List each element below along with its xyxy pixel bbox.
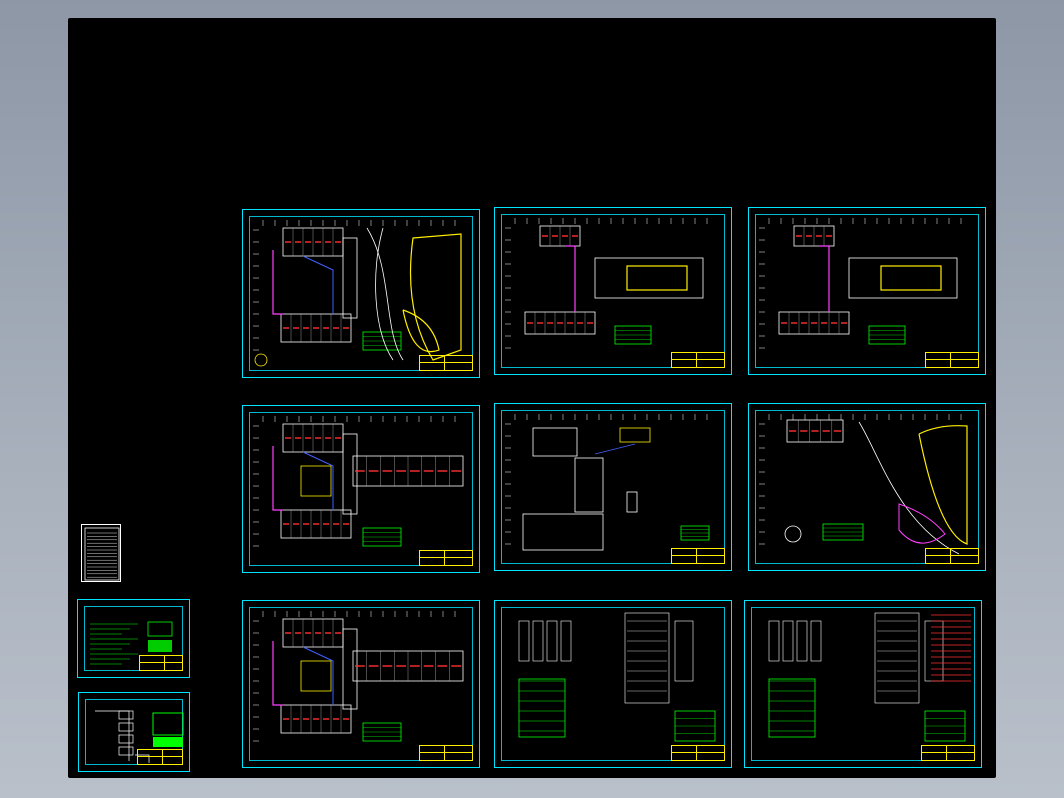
sheet-floor-plan-2[interactable] [494, 207, 732, 375]
design-notes-sheet[interactable] [77, 599, 190, 678]
sheet-floor-plan-3[interactable] [748, 207, 986, 375]
sheet-floor-plan-site-1[interactable] [242, 209, 480, 378]
plan-drawing [759, 414, 968, 555]
sheet-floor-plan-site-6[interactable] [748, 403, 986, 571]
plan-drawing [253, 416, 464, 547]
plan-drawing [505, 414, 710, 551]
sheet-schematic-9[interactable] [744, 600, 982, 768]
riser-diagram-sheet[interactable] [78, 692, 190, 772]
index-table [84, 527, 120, 581]
sheet-floor-plan-5[interactable] [494, 403, 732, 571]
sheet-floor-plan-4[interactable] [242, 405, 480, 573]
plan-drawing [253, 220, 462, 367]
sheet-schematic-8[interactable] [494, 600, 732, 768]
plan-drawing [253, 611, 464, 742]
drawing-canvas[interactable] [68, 18, 996, 778]
sheet-floor-plan-7[interactable] [242, 600, 480, 768]
schematic-drawing [768, 612, 971, 742]
schematic-drawing [518, 612, 716, 742]
plan-drawing [505, 218, 708, 349]
drawing-index-sheet[interactable] [81, 524, 121, 582]
plan-drawing [759, 218, 962, 349]
